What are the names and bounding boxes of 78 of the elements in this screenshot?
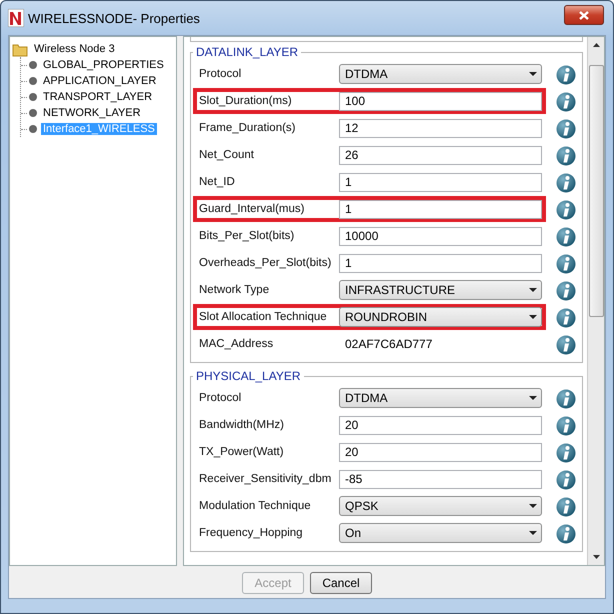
info-icon[interactable] (556, 416, 576, 436)
bullet-icon (28, 124, 38, 134)
dropdown[interactable]: DTDMA (339, 388, 542, 408)
field-label: MAC_Address (199, 338, 274, 350)
input-field[interactable]: 1 (339, 254, 542, 272)
tree-item[interactable]: TRANSPORT_LAYER (41, 91, 154, 103)
field-label: TX_Power(Watt) (199, 446, 285, 458)
caret-icon (529, 72, 537, 76)
bullet-icon (28, 108, 38, 118)
input-field[interactable]: 26 (339, 146, 542, 164)
field-label: Protocol (199, 68, 242, 80)
input-field[interactable]: 12 (339, 118, 542, 138)
info-icon[interactable] (556, 254, 576, 274)
tree-item[interactable]: NETWORK_LAYER (41, 107, 143, 119)
field-label: Frame_Duration(s) (199, 122, 296, 134)
tree-item[interactable]: APPLICATION_LAYER (41, 75, 158, 87)
input-field[interactable]: 100 (339, 92, 542, 110)
close-icon (579, 10, 589, 20)
app-icon (8, 9, 24, 27)
info-icon[interactable] (556, 92, 576, 112)
info-icon[interactable] (556, 200, 576, 220)
scrollbar[interactable] (588, 37, 604, 566)
caret-icon (529, 288, 537, 292)
input-field[interactable]: 1 (339, 200, 542, 218)
info-icon[interactable] (556, 335, 576, 355)
info-icon[interactable] (556, 443, 576, 463)
input-field[interactable]: 10000 (339, 226, 542, 246)
dialog-button[interactable]: Cancel (310, 572, 372, 594)
field-label: Guard_Interval(mus) (199, 203, 306, 215)
field-label: Protocol (199, 392, 242, 404)
tree-item[interactable]: Wireless Node 3 (32, 43, 117, 55)
field-label: Bits_Per_Slot(bits) (199, 230, 296, 242)
info-icon[interactable] (556, 470, 576, 490)
window-title: WIRELESSNODE- Properties (28, 10, 201, 26)
input-field[interactable]: 20 (339, 416, 542, 434)
info-icon[interactable] (556, 281, 576, 301)
folder-icon (12, 42, 28, 56)
field-label: Bandwidth(MHz) (199, 419, 285, 431)
dropdown[interactable]: ROUNDROBIN (339, 307, 542, 327)
info-icon[interactable] (556, 173, 576, 193)
field-label: Network Type (199, 284, 270, 296)
dropdown[interactable]: DTDMA (339, 64, 542, 84)
caret-icon (529, 396, 537, 400)
info-icon[interactable] (556, 389, 576, 409)
info-icon[interactable] (556, 227, 576, 247)
bullet-icon (28, 76, 38, 86)
field-label: Slot Allocation Technique (199, 311, 328, 323)
dropdown[interactable]: INFRASTRUCTURE (339, 280, 542, 300)
input-field[interactable]: 20 (339, 442, 542, 462)
field-label: Net_Count (199, 149, 255, 161)
info-icon[interactable] (556, 524, 576, 544)
info-icon[interactable] (556, 65, 576, 85)
field-label: Receiver_Sensitivity_dbm (199, 473, 332, 485)
caret-icon (529, 531, 537, 535)
field-label: Modulation Technique (199, 500, 312, 512)
info-icon[interactable] (556, 119, 576, 139)
caret-icon (529, 315, 537, 319)
caret-icon (529, 504, 537, 508)
dropdown[interactable]: QPSK (339, 496, 542, 516)
scroll-down-icon[interactable] (592, 555, 600, 560)
field-label: Slot_Duration(ms) (199, 95, 293, 107)
field-value: 02AF7C6AD777 (344, 337, 434, 351)
dropdown[interactable]: On (339, 523, 542, 543)
input-field[interactable]: -85 (339, 470, 542, 488)
input-field[interactable]: 1 (339, 172, 542, 192)
group-title: DATALINK_LAYER (195, 45, 300, 59)
info-icon[interactable] (556, 497, 576, 517)
bullet-icon (28, 92, 38, 102)
group-title: PHYSICAL_LAYER (195, 369, 302, 383)
field-label: Overheads_Per_Slot(bits) (199, 257, 332, 269)
scroll-up-icon[interactable] (592, 43, 600, 47)
info-icon[interactable] (556, 308, 576, 328)
field-label: Frequency_Hopping (199, 527, 304, 539)
field-label: Net_ID (199, 176, 236, 188)
tree-item[interactable]: GLOBAL_PROPERTIES (41, 59, 166, 71)
bullet-icon (28, 60, 38, 70)
close-button[interactable] (564, 5, 604, 25)
info-icon[interactable] (556, 146, 576, 166)
